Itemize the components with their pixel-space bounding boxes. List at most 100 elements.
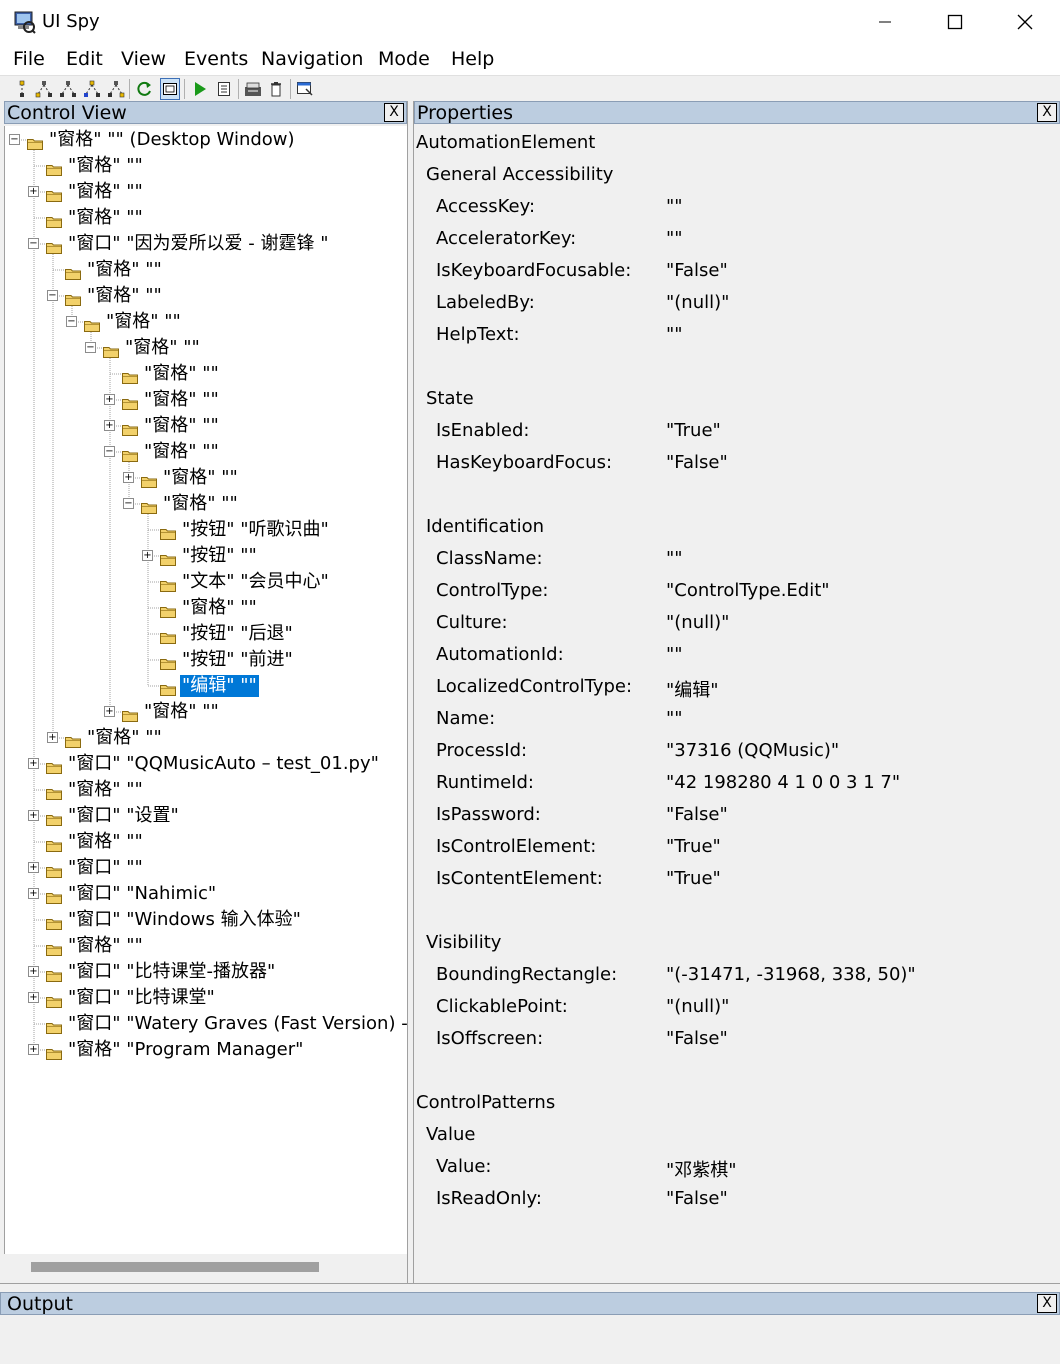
- control-view-horizontal-scrollbar[interactable]: [4, 1254, 407, 1282]
- collapse-icon[interactable]: −: [47, 290, 58, 301]
- output-splitter[interactable]: [0, 1283, 1060, 1291]
- property-name: RuntimeId:: [436, 772, 534, 793]
- tree-node-label: "编辑" "": [180, 675, 259, 697]
- expand-icon[interactable]: +: [123, 472, 134, 483]
- expand-icon[interactable]: +: [104, 420, 115, 431]
- collapse-icon[interactable]: −: [66, 316, 77, 327]
- expand-icon[interactable]: +: [104, 706, 115, 717]
- property-value: "True": [666, 420, 721, 441]
- output-close-button[interactable]: X: [1037, 1294, 1057, 1313]
- menu-mode[interactable]: Mode: [378, 48, 430, 70]
- tree-node[interactable]: + "窗口" "QQMusicAuto – test_01.py": [28, 752, 381, 776]
- tree-node[interactable]: + "窗口" "比特课堂-播放器": [28, 960, 277, 984]
- expand-icon[interactable]: +: [28, 862, 39, 873]
- tree-node[interactable]: + "窗口" "Nahimic": [28, 882, 218, 906]
- collapse-icon[interactable]: −: [9, 134, 20, 145]
- expand-icon[interactable]: +: [28, 992, 39, 1003]
- tree-node[interactable]: − "窗格" "": [85, 336, 202, 360]
- expand-icon[interactable]: +: [142, 550, 153, 561]
- tree-node[interactable]: + "窗口" "": [28, 856, 145, 880]
- tree-node[interactable]: "窗格" "": [46, 934, 145, 958]
- menu-edit[interactable]: Edit: [66, 48, 103, 70]
- menu-help[interactable]: Help: [451, 48, 494, 70]
- document-icon[interactable]: [214, 78, 234, 100]
- navigate-next-sibling-icon[interactable]: [58, 78, 78, 100]
- navigate-first-child-icon[interactable]: [34, 78, 54, 100]
- tree-node[interactable]: + "窗口" "设置": [28, 804, 181, 828]
- play-icon[interactable]: [190, 78, 210, 100]
- collapse-icon[interactable]: −: [85, 342, 96, 353]
- property-name: AutomationId:: [436, 644, 564, 665]
- property-value: "": [666, 228, 683, 249]
- pane-splitter[interactable]: [407, 101, 414, 1283]
- navigate-parent-icon[interactable]: [12, 78, 32, 100]
- collapse-icon[interactable]: −: [104, 446, 115, 457]
- tree-node[interactable]: + "窗格" "": [104, 700, 221, 724]
- tree-node[interactable]: − "窗格" "": [66, 310, 183, 334]
- expand-icon[interactable]: +: [28, 758, 39, 769]
- tree-node[interactable]: "窗格" "": [46, 154, 145, 178]
- collapse-icon[interactable]: −: [123, 498, 134, 509]
- tree-node[interactable]: "窗口" "Windows 输入体验": [46, 908, 303, 932]
- expand-icon[interactable]: +: [104, 394, 115, 405]
- tree-node[interactable]: + "窗格" "": [47, 726, 164, 750]
- toolbar-separator: [184, 79, 185, 99]
- focus-tracking-icon[interactable]: [160, 78, 180, 100]
- tree-node[interactable]: "窗格" "": [65, 258, 164, 282]
- tree-node[interactable]: "窗格" "": [46, 206, 145, 230]
- tree-node[interactable]: + "窗格" "": [104, 414, 221, 438]
- tree-node[interactable]: + "窗口" "比特课堂": [28, 986, 217, 1010]
- events-icon[interactable]: [243, 78, 263, 100]
- tree-node[interactable]: + "窗格" "Program Manager": [28, 1038, 305, 1062]
- folder-icon: [84, 316, 100, 332]
- expand-icon[interactable]: +: [28, 1044, 39, 1055]
- expand-icon[interactable]: +: [28, 888, 39, 899]
- control-view-close-button[interactable]: X: [384, 103, 404, 122]
- tree-node[interactable]: "窗格" "": [160, 596, 259, 620]
- folder-icon: [46, 810, 62, 826]
- collapse-icon[interactable]: −: [28, 238, 39, 249]
- expand-icon[interactable]: +: [47, 732, 58, 743]
- minimize-button[interactable]: [850, 0, 920, 44]
- tree-node[interactable]: "按钮" "前进": [160, 648, 295, 672]
- tree-node-label: "窗格" "": [144, 701, 219, 722]
- tree-node[interactable]: − "窗格" "": [47, 284, 164, 308]
- tree-node[interactable]: "编辑" "": [160, 674, 259, 698]
- tree-node[interactable]: "窗格" "": [122, 362, 221, 386]
- tree-node[interactable]: "按钮" "听歌识曲": [160, 518, 331, 542]
- control-view-tree[interactable]: − "窗格" "" (Desktop Window) "窗格" "" + "窗格" ""…: [4, 126, 407, 1254]
- tree-node[interactable]: "窗口" "Watery Graves (Fast Version) - L: [46, 1012, 407, 1036]
- tree-node[interactable]: − "窗格" "": [104, 440, 221, 464]
- clear-events-icon[interactable]: [266, 78, 286, 100]
- tree-node[interactable]: "窗格" "": [46, 830, 145, 854]
- highlight-rectangle-icon[interactable]: [295, 78, 315, 100]
- menu-file[interactable]: File: [13, 48, 45, 70]
- properties-close-button[interactable]: X: [1037, 103, 1057, 122]
- refresh-icon[interactable]: [134, 78, 154, 100]
- tree-node[interactable]: + "按钮" "": [142, 544, 259, 568]
- tree-node[interactable]: "文本" "会员中心": [160, 570, 331, 594]
- tree-node[interactable]: − "窗口" "因为爱所以爱 - 谢霆锋 ": [28, 232, 331, 256]
- tree-node[interactable]: "按钮" "后退": [160, 622, 295, 646]
- title-bar: UI Spy: [0, 0, 1060, 44]
- menu-events[interactable]: Events: [184, 48, 248, 70]
- expand-icon[interactable]: +: [28, 966, 39, 977]
- property-name: ClickablePoint:: [436, 996, 568, 1017]
- property-name: IsEnabled:: [436, 420, 530, 441]
- menu-navigation[interactable]: Navigation: [261, 48, 363, 70]
- close-window-button[interactable]: [990, 0, 1060, 44]
- tree-node[interactable]: − "窗格" "": [123, 492, 240, 516]
- expand-icon[interactable]: +: [28, 186, 39, 197]
- folder-icon: [46, 992, 62, 1008]
- maximize-button[interactable]: [920, 0, 990, 44]
- scrollbar-thumb[interactable]: [31, 1262, 319, 1272]
- menu-view[interactable]: View: [121, 48, 166, 70]
- expand-icon[interactable]: +: [28, 810, 39, 821]
- navigate-last-child-icon[interactable]: [106, 78, 126, 100]
- tree-node[interactable]: + "窗格" "": [123, 466, 240, 490]
- tree-node[interactable]: − "窗格" "" (Desktop Window): [9, 128, 297, 152]
- tree-node[interactable]: "窗格" "": [46, 778, 145, 802]
- tree-node[interactable]: + "窗格" "": [104, 388, 221, 412]
- tree-node[interactable]: + "窗格" "": [28, 180, 145, 204]
- navigate-prev-sibling-icon[interactable]: [82, 78, 102, 100]
